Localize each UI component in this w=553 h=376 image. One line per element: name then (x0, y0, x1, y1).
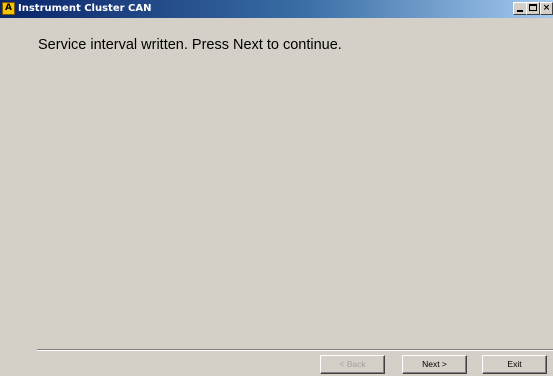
exit-button[interactable]: Exit (482, 355, 547, 374)
back-button[interactable]: < Back (320, 355, 385, 374)
maximize-button[interactable] (526, 2, 540, 15)
app-window: A Instrument Cluster CAN × Service inter… (0, 0, 553, 376)
minimize-icon (517, 10, 523, 12)
minimize-button[interactable] (513, 2, 527, 15)
app-icon[interactable]: A (2, 2, 15, 15)
close-button[interactable]: × (540, 2, 553, 15)
footer-divider (37, 349, 553, 351)
maximize-icon (529, 4, 537, 11)
status-message: Service interval written. Press Next to … (38, 37, 342, 53)
title-bar[interactable]: A Instrument Cluster CAN × (0, 0, 553, 18)
window-title: Instrument Cluster CAN (18, 3, 152, 14)
next-button[interactable]: Next > (402, 355, 467, 374)
close-icon: × (542, 3, 551, 13)
